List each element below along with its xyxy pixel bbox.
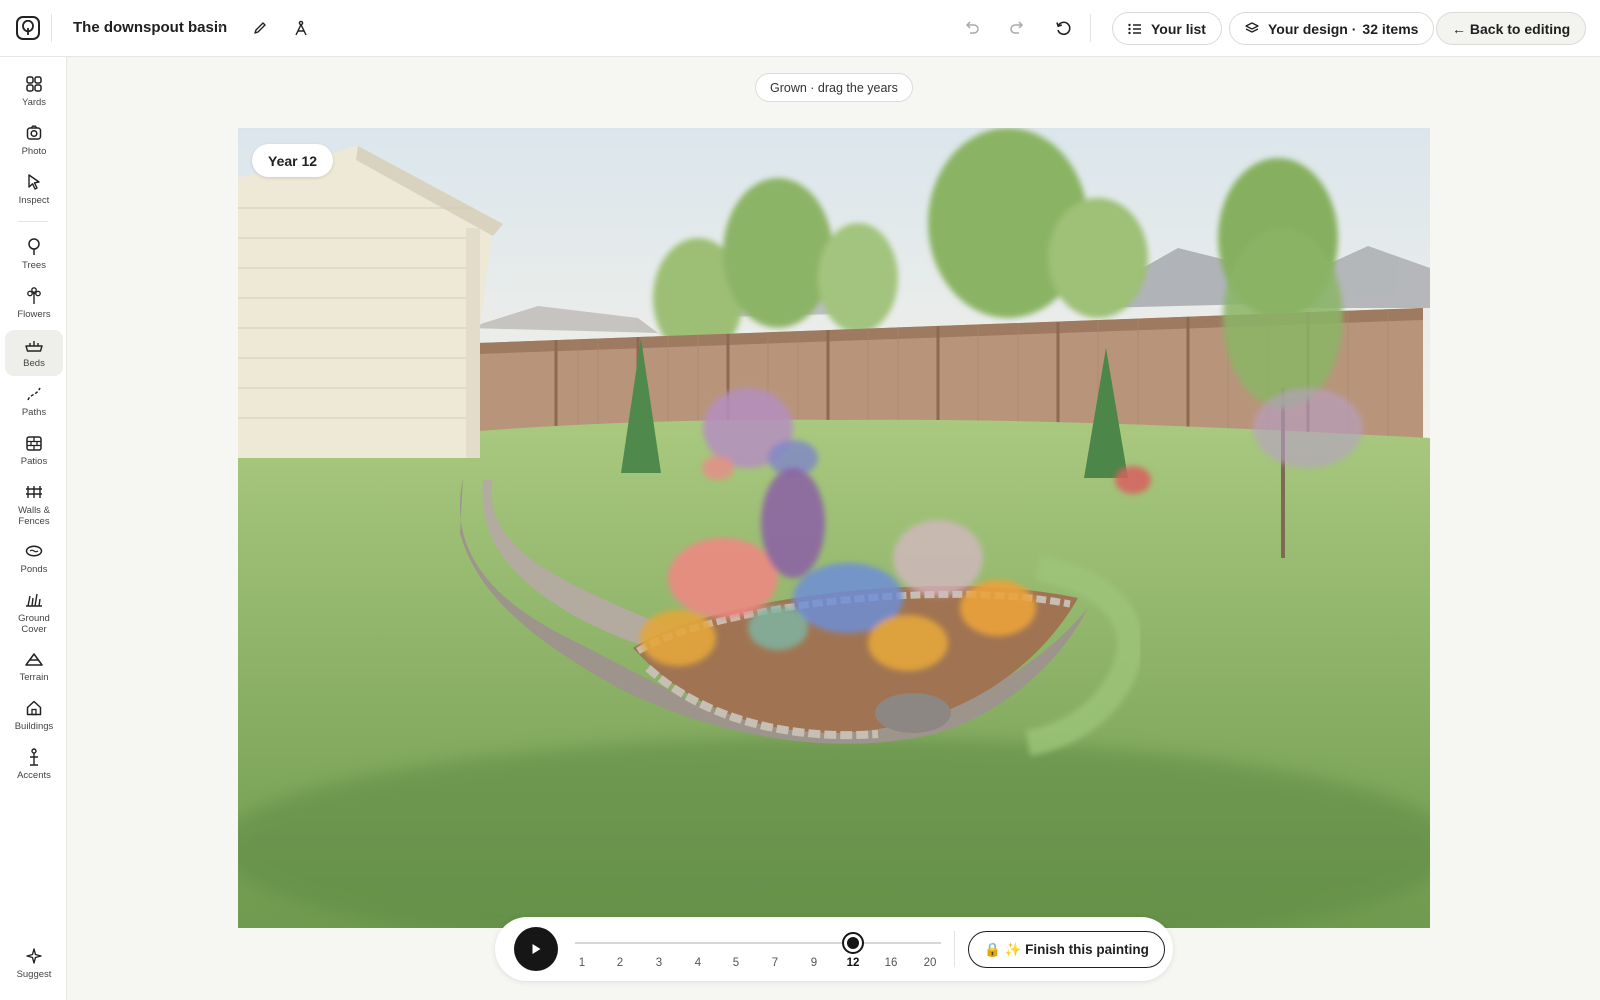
grass-icon xyxy=(25,591,43,609)
timeline-divider xyxy=(954,931,955,967)
year-badge: Year 12 xyxy=(252,144,334,177)
sidebar-item-photo[interactable]: Photo xyxy=(5,118,63,164)
garden-painting[interactable] xyxy=(238,128,1430,928)
finish-painting-button[interactable]: 🔒 ✨ Finish this painting xyxy=(968,931,1165,968)
play-button[interactable] xyxy=(514,927,558,971)
year-tick[interactable]: 4 xyxy=(686,957,710,969)
back-to-editing-button[interactable]: ← Back to editing xyxy=(1436,12,1587,45)
sidebar-item-label: Beds xyxy=(23,358,45,369)
sidebar-item-label: Patios xyxy=(20,456,48,467)
compass-icon[interactable] xyxy=(291,18,311,38)
redo-icon[interactable] xyxy=(1007,18,1027,38)
year-tick-current[interactable]: 12 xyxy=(841,957,865,969)
sidebar-item-label: Terrain xyxy=(19,672,49,683)
your-design-button[interactable]: Your design · 32 items xyxy=(1229,12,1435,45)
year-slider-track[interactable] xyxy=(575,942,941,944)
header-divider xyxy=(1090,14,1091,42)
reset-icon[interactable] xyxy=(1053,18,1073,38)
suggest-button[interactable]: Suggest xyxy=(5,941,63,987)
year-tick[interactable]: 16 xyxy=(879,957,903,969)
sidebar-divider xyxy=(18,221,48,222)
play-icon xyxy=(532,944,541,954)
sidebar-item-label: Paths xyxy=(21,407,47,418)
sidebar-item-patios[interactable]: Patios xyxy=(5,428,63,474)
accent-icon xyxy=(27,748,41,766)
your-list-label: Your list xyxy=(1151,20,1206,37)
drag-years-hint: Grown · drag the years xyxy=(755,73,913,102)
flower-icon xyxy=(26,287,42,305)
your-design-label: Your design · xyxy=(1268,20,1357,37)
sidebar-item-beds[interactable]: Beds xyxy=(5,330,63,376)
patio-icon xyxy=(26,434,42,452)
pointer-icon xyxy=(27,173,41,191)
sidebar-item-paths[interactable]: Paths xyxy=(5,379,63,425)
project-title[interactable]: The downspout basin xyxy=(73,19,227,36)
pencil-icon[interactable] xyxy=(250,18,270,38)
sidebar-item-label: Yards xyxy=(21,97,47,108)
sidebar-item-label: Ground Cover xyxy=(18,613,50,635)
sparkle-icon xyxy=(26,947,42,965)
year-tick[interactable]: 1 xyxy=(570,957,594,969)
undo-icon[interactable] xyxy=(962,18,982,38)
sidebar-item-label: Photo xyxy=(21,146,47,157)
header-divider xyxy=(51,14,52,42)
year-slider-thumb[interactable] xyxy=(842,932,864,954)
terrain-icon xyxy=(25,650,43,668)
sidebar-item-terrain[interactable]: Terrain xyxy=(5,644,63,690)
sidebar-item-flowers[interactable]: Flowers xyxy=(5,281,63,327)
chevron-down-icon[interactable]: ▾ xyxy=(218,22,223,33)
camera-icon xyxy=(26,124,42,142)
sidebar-item-accents[interactable]: Accents xyxy=(5,742,63,788)
sidebar-item-label: Flowers xyxy=(17,309,51,320)
year-tick[interactable]: 5 xyxy=(724,957,748,969)
design-item-count: 32 items xyxy=(1362,20,1419,37)
sidebar-item-buildings[interactable]: Buildings xyxy=(5,693,63,739)
year-tick[interactable]: 2 xyxy=(608,957,632,969)
top-bar: The downspout basin ▾ Your list Your des… xyxy=(0,0,1600,57)
list-icon xyxy=(1128,23,1141,34)
sidebar-item-label: Inspect xyxy=(18,195,50,206)
sidebar-item-label: Buildings xyxy=(14,721,54,732)
pond-icon xyxy=(25,542,43,560)
sidebar-item-yards[interactable]: Yards xyxy=(5,69,63,115)
sidebar-item-label: Ponds xyxy=(20,564,48,575)
path-icon xyxy=(26,385,42,403)
year-tick[interactable]: 9 xyxy=(802,957,826,969)
app-logo[interactable] xyxy=(16,16,40,40)
sidebar-item-inspect[interactable]: Inspect xyxy=(5,167,63,213)
tree-icon xyxy=(27,238,41,256)
sidebar-item-label: Trees xyxy=(22,260,46,271)
growth-timeline: 1 2 3 4 5 7 9 12 16 20 🔒 ✨ Finish this p… xyxy=(495,917,1173,981)
sidebar-item-label: Walls & Fences xyxy=(18,505,50,527)
layers-icon xyxy=(1245,22,1259,33)
sidebar-item-ponds[interactable]: Ponds xyxy=(5,536,63,582)
year-tick[interactable]: 7 xyxy=(763,957,787,969)
tool-sidebar: Yards Photo Inspect Trees Flowers Beds P… xyxy=(0,57,67,1000)
year-tick[interactable]: 3 xyxy=(647,957,671,969)
fence-icon xyxy=(25,483,43,501)
grid-icon xyxy=(26,75,42,93)
house-icon xyxy=(26,699,42,717)
bed-icon xyxy=(25,336,43,354)
suggest-label: Suggest xyxy=(16,969,52,980)
year-tick[interactable]: 20 xyxy=(918,957,942,969)
sidebar-item-walls-fences[interactable]: Walls & Fences xyxy=(5,477,63,533)
sidebar-item-trees[interactable]: Trees xyxy=(5,232,63,278)
your-list-button[interactable]: Your list xyxy=(1112,12,1222,45)
sidebar-item-ground-cover[interactable]: Ground Cover xyxy=(5,585,63,641)
sidebar-item-label: Accents xyxy=(17,770,51,781)
